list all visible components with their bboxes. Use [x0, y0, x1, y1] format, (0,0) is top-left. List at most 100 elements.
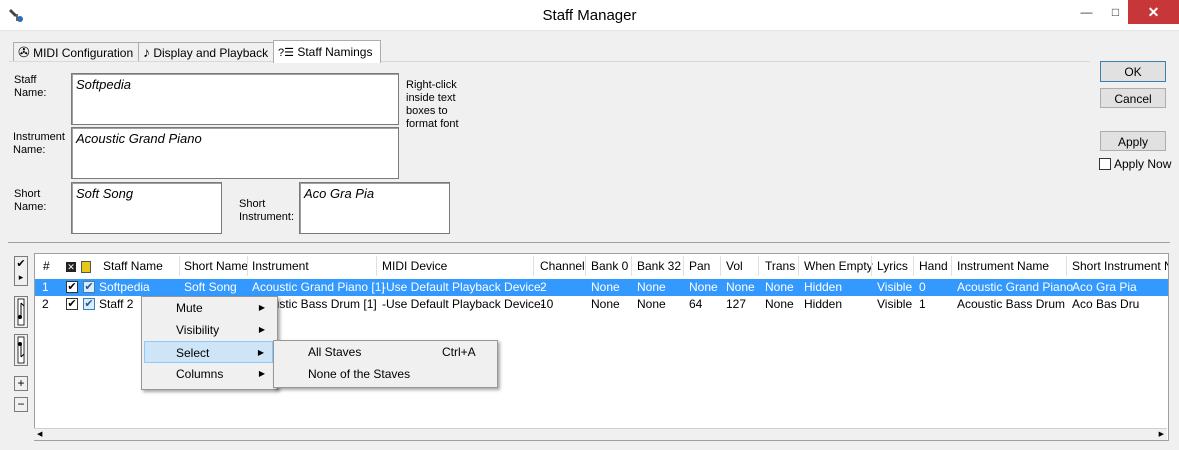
column-header-trans[interactable]: Trans	[765, 254, 795, 278]
staff-name-field[interactable]: Softpedia	[71, 73, 399, 125]
column-header-staff-name[interactable]: Staff Name	[103, 254, 163, 278]
submenu-arrow-icon: ▶	[258, 325, 265, 334]
menu-item-label: Columns	[176, 367, 224, 381]
menu-item-columns[interactable]: Columns ▶	[144, 363, 273, 385]
apply-now-checkbox[interactable]	[1099, 158, 1111, 170]
menu-item-label: Select	[176, 346, 210, 360]
pan-cell: 64	[689, 297, 703, 311]
minimize-button[interactable]: —	[1072, 0, 1101, 24]
select-submenu: All Staves Ctrl+A None of the Staves	[273, 340, 498, 388]
bank32-cell: None	[637, 297, 666, 311]
speaker-icon	[81, 260, 91, 273]
when-empty-cell: Hidden	[804, 280, 843, 294]
row-number: 2	[42, 297, 49, 311]
scroll-left-icon[interactable]: ◀	[37, 429, 42, 440]
column-divider	[533, 256, 534, 276]
column-header-instrument[interactable]: Instrument	[252, 254, 309, 278]
column-header-pan[interactable]: Pan	[689, 254, 710, 278]
maximize-button[interactable]: □	[1101, 0, 1130, 24]
move-staff-down-button[interactable]	[14, 334, 28, 366]
tab-label: Staff Namings	[297, 45, 373, 59]
title-bar: Staff Manager — □ ✕	[0, 0, 1179, 31]
column-header-visibility[interactable]	[81, 254, 91, 278]
column-header-mute[interactable]: ✕	[66, 254, 76, 278]
menu-item-none-of-the-staves[interactable]: None of the Staves	[276, 363, 493, 385]
pan-cell: None	[689, 280, 718, 294]
menu-item-all-staves[interactable]: All Staves Ctrl+A	[276, 341, 493, 363]
column-divider	[951, 256, 952, 276]
cancel-button[interactable]: Cancel	[1100, 88, 1166, 108]
visible-checkbox[interactable]: ✔	[83, 281, 95, 293]
mute-checkbox[interactable]: ✔	[66, 281, 78, 293]
apply-now-label: Apply Now	[1114, 157, 1172, 171]
minus-icon: −	[17, 397, 25, 411]
column-header-short-name[interactable]: Short Name	[184, 254, 248, 278]
midi-device-cell: -Use Default Playback Device-	[382, 297, 545, 311]
menu-item-label: None of the Staves	[308, 367, 411, 381]
column-header-when-empty[interactable]: When Empty	[804, 254, 873, 278]
column-divider	[376, 256, 377, 276]
mute-checkbox[interactable]: ✔	[66, 298, 78, 310]
bank0-cell: None	[591, 297, 620, 311]
menu-item-mute[interactable]: Mute ▶	[144, 297, 273, 319]
submenu-arrow-icon: ▶	[257, 348, 264, 357]
column-header-vol[interactable]: Vol	[726, 254, 743, 278]
short-instrument-field[interactable]: Aco Gra Pia	[299, 182, 450, 234]
tab-midi-configuration[interactable]: ✇ MIDI Configuration	[13, 42, 140, 62]
table-row[interactable]: 1 ✔ ✔ Softpedia Soft Song Acoustic Grand…	[35, 279, 1168, 296]
hand-cell: 1	[919, 297, 926, 311]
format-hint: Right-click inside text boxes to format …	[406, 79, 459, 130]
check-icon: ✔	[16, 258, 26, 270]
short-name-field[interactable]: Soft Song	[71, 182, 222, 234]
bank0-cell: None	[591, 280, 620, 294]
column-header-channel[interactable]: Channel	[540, 254, 585, 278]
column-header-bank-32[interactable]: Bank 32	[637, 254, 681, 278]
close-button[interactable]: ✕	[1128, 0, 1179, 24]
short-instrument-cell: Aco Bas Dru	[1072, 297, 1140, 311]
tab-staff-namings[interactable]: ?☰ Staff Namings	[273, 40, 381, 63]
column-header-short-instrument-name[interactable]: Short Instrument Na	[1072, 254, 1168, 278]
column-divider	[247, 256, 248, 276]
channel-cell: 10	[540, 297, 554, 311]
horizontal-scrollbar[interactable]: ◀ ▶	[34, 428, 1167, 440]
column-header-number[interactable]: #	[43, 254, 50, 278]
tab-label: Display and Playback	[153, 46, 269, 60]
column-divider	[720, 256, 721, 276]
film-reel-icon: ✇	[18, 44, 30, 60]
menu-item-visibility[interactable]: Visibility ▶	[144, 319, 273, 341]
tab-display-and-playback[interactable]: ♪ Display and Playback	[138, 42, 275, 62]
column-divider	[871, 256, 872, 276]
scroll-right-icon[interactable]: ▶	[1159, 429, 1164, 440]
check-all-button[interactable]: ✔ ▸	[14, 256, 28, 286]
trans-cell: None	[765, 297, 794, 311]
add-staff-button[interactable]: +	[14, 376, 28, 391]
visible-checkbox[interactable]: ✔	[83, 298, 95, 310]
column-divider	[585, 256, 586, 276]
move-staff-up-button[interactable]	[14, 296, 28, 328]
midi-device-cell: -Use Default Playback Device-	[382, 280, 545, 294]
instrument-name-label: Instrument Name:	[13, 131, 65, 156]
column-header-hand[interactable]: Hand	[919, 254, 948, 278]
channel-cell: 2	[540, 280, 547, 294]
section-divider	[8, 242, 1170, 243]
remove-staff-button[interactable]: −	[14, 397, 28, 412]
column-divider	[758, 256, 759, 276]
column-header-lyrics[interactable]: Lyrics	[877, 254, 908, 278]
instrument-name-field[interactable]: Acoustic Grand Piano	[71, 127, 399, 179]
staff-name-cell: Softpedia	[99, 280, 150, 294]
menu-item-shortcut: Ctrl+A	[442, 345, 476, 359]
column-header-instrument-name[interactable]: Instrument Name	[957, 254, 1049, 278]
mute-icon: ✕	[66, 261, 76, 272]
column-header-midi-device[interactable]: MIDI Device	[382, 254, 447, 278]
short-name-cell: Soft Song	[184, 280, 237, 294]
tab-label: MIDI Configuration	[33, 46, 134, 60]
submenu-arrow-icon: ▶	[258, 369, 265, 378]
column-divider	[1066, 256, 1067, 276]
instrument-name-cell: Acoustic Grand Piano	[957, 280, 1074, 294]
note-down-icon	[17, 336, 25, 364]
apply-button[interactable]: Apply	[1100, 131, 1166, 151]
ok-button[interactable]: OK	[1100, 61, 1166, 82]
staff-name-label: Staff Name:	[14, 74, 47, 99]
menu-item-select[interactable]: Select ▶	[144, 341, 273, 363]
column-header-bank-0[interactable]: Bank 0	[591, 254, 628, 278]
